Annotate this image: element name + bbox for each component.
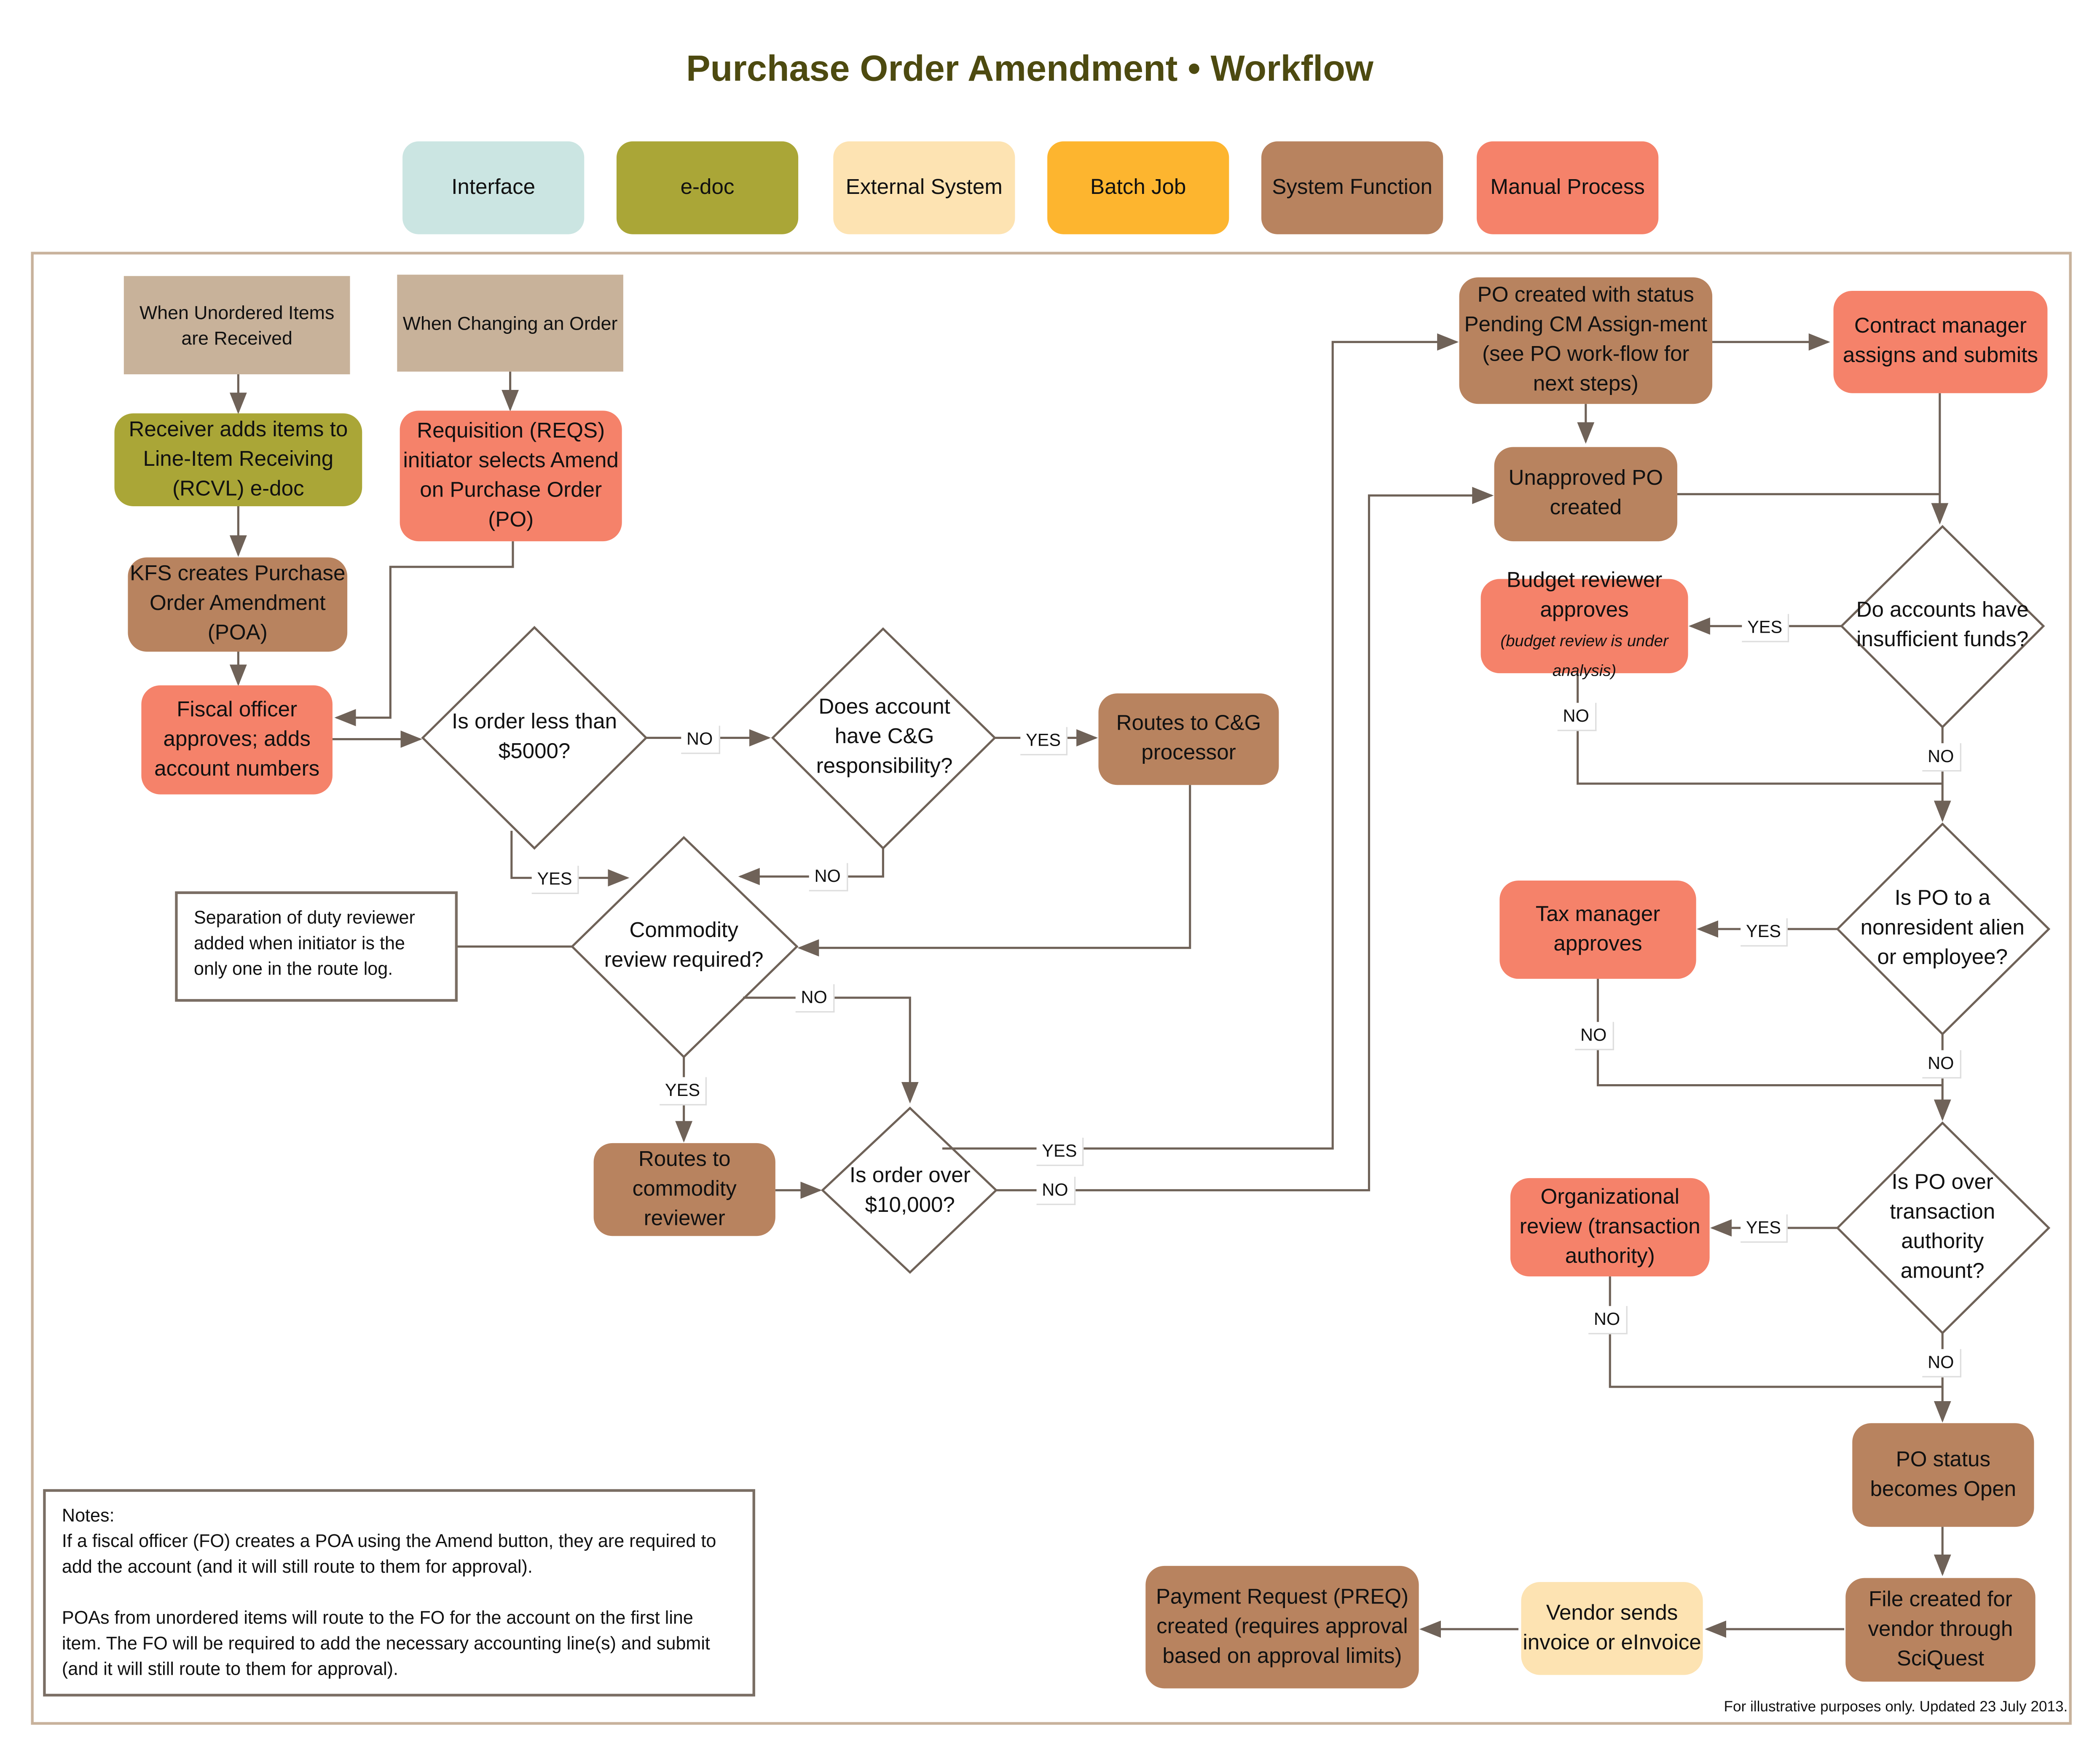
node-kfs-creates-poa: KFS creates Purchase Order Amendment (PO… — [128, 557, 348, 652]
notes-paragraph-2: POAs from unordered items will route to … — [62, 1607, 710, 1679]
label-no: NO — [1588, 1306, 1627, 1335]
node-po-open: PO status becomes Open — [1852, 1423, 2034, 1527]
label-yes: YES — [1020, 727, 1068, 755]
node-vendor-invoice: Vendor sends invoice or eInvoice — [1521, 1582, 1703, 1675]
label-no: NO — [1922, 1349, 1961, 1378]
label-no: NO — [795, 984, 834, 1013]
node-file-created: File created for vendor through SciQuest — [1845, 1578, 2036, 1682]
workflow-diagram: Purchase Order Amendment • Workflow Inte… — [0, 0, 2100, 1759]
node-tax-manager: Tax manager approves — [1499, 881, 1696, 979]
label-no: NO — [1922, 743, 1961, 772]
notes-paragraph-1: If a fiscal officer (FO) creates a POA u… — [62, 1531, 716, 1577]
node-organizational-review: Organizational review (transaction autho… — [1510, 1178, 1710, 1277]
trigger-unordered-items: When Unordered Items are Received — [123, 276, 350, 374]
label-no: NO — [1557, 703, 1596, 731]
decision-over10000: Is order over $10,000? — [849, 1164, 971, 1217]
label-yes: YES — [660, 1077, 707, 1106]
label-yes: YES — [531, 865, 579, 894]
trigger-changing-order: When Changing an Order — [397, 274, 623, 372]
node-receiver-rcvl: Receiver adds items to Line-Item Receivi… — [114, 413, 362, 507]
label-no: NO — [1036, 1176, 1075, 1205]
decision-transaction: Is PO over transaction authority amount? — [1890, 1171, 1995, 1284]
budget-reviewer-label: Budget reviewer approves — [1506, 569, 1663, 622]
node-commodity-reviewer: Routes to commodity reviewer — [593, 1143, 775, 1236]
node-requisition-amend: Requisition (REQS) initiator selects Ame… — [400, 411, 622, 542]
decision-commodity: Commodity review required? — [604, 919, 764, 972]
label-yes: YES — [1742, 614, 1789, 642]
separation-of-duty-note: Separation of duty reviewer added when i… — [175, 891, 458, 1002]
decision-cg: Does account have C&G responsibility? — [816, 696, 953, 779]
notes-heading: Notes: — [62, 1505, 115, 1526]
notes-box: Notes: If a fiscal officer (FO) creates … — [43, 1489, 755, 1697]
node-budget-reviewer: Budget reviewer approves (budget review … — [1480, 569, 1688, 680]
label-no: NO — [809, 863, 848, 892]
label-yes: YES — [1741, 918, 1788, 947]
label-yes: YES — [1741, 1214, 1788, 1243]
node-payment-request: Payment Request (PREQ) created (requires… — [1145, 1566, 1419, 1689]
budget-reviewer-note: (budget review is under analysis) — [1500, 631, 1668, 680]
label-no: NO — [681, 725, 720, 754]
label-yes: YES — [1036, 1138, 1084, 1166]
decision-less5000: Is order less than $5000? — [452, 711, 617, 764]
footer-disclaimer: For illustrative purposes only. Updated … — [1724, 1699, 2068, 1716]
node-fiscal-officer: Fiscal officer approves; adds account nu… — [141, 685, 333, 795]
node-contract-manager: Contract manager assigns and submits — [1833, 290, 2048, 393]
node-cg-processor: Routes to C&G processor — [1098, 693, 1279, 785]
label-no: NO — [1922, 1050, 1961, 1079]
decision-funds: Do accounts have insufficient funds? — [1856, 599, 2029, 652]
node-unapproved-po: Unapproved PO created — [1494, 447, 1677, 542]
label-no: NO — [1575, 1022, 1614, 1050]
node-pending-cm-assignment: PO created with status Pending CM Assign… — [1459, 277, 1713, 404]
decision-nonresident: Is PO to a nonresident alien or employee… — [1860, 887, 2025, 969]
